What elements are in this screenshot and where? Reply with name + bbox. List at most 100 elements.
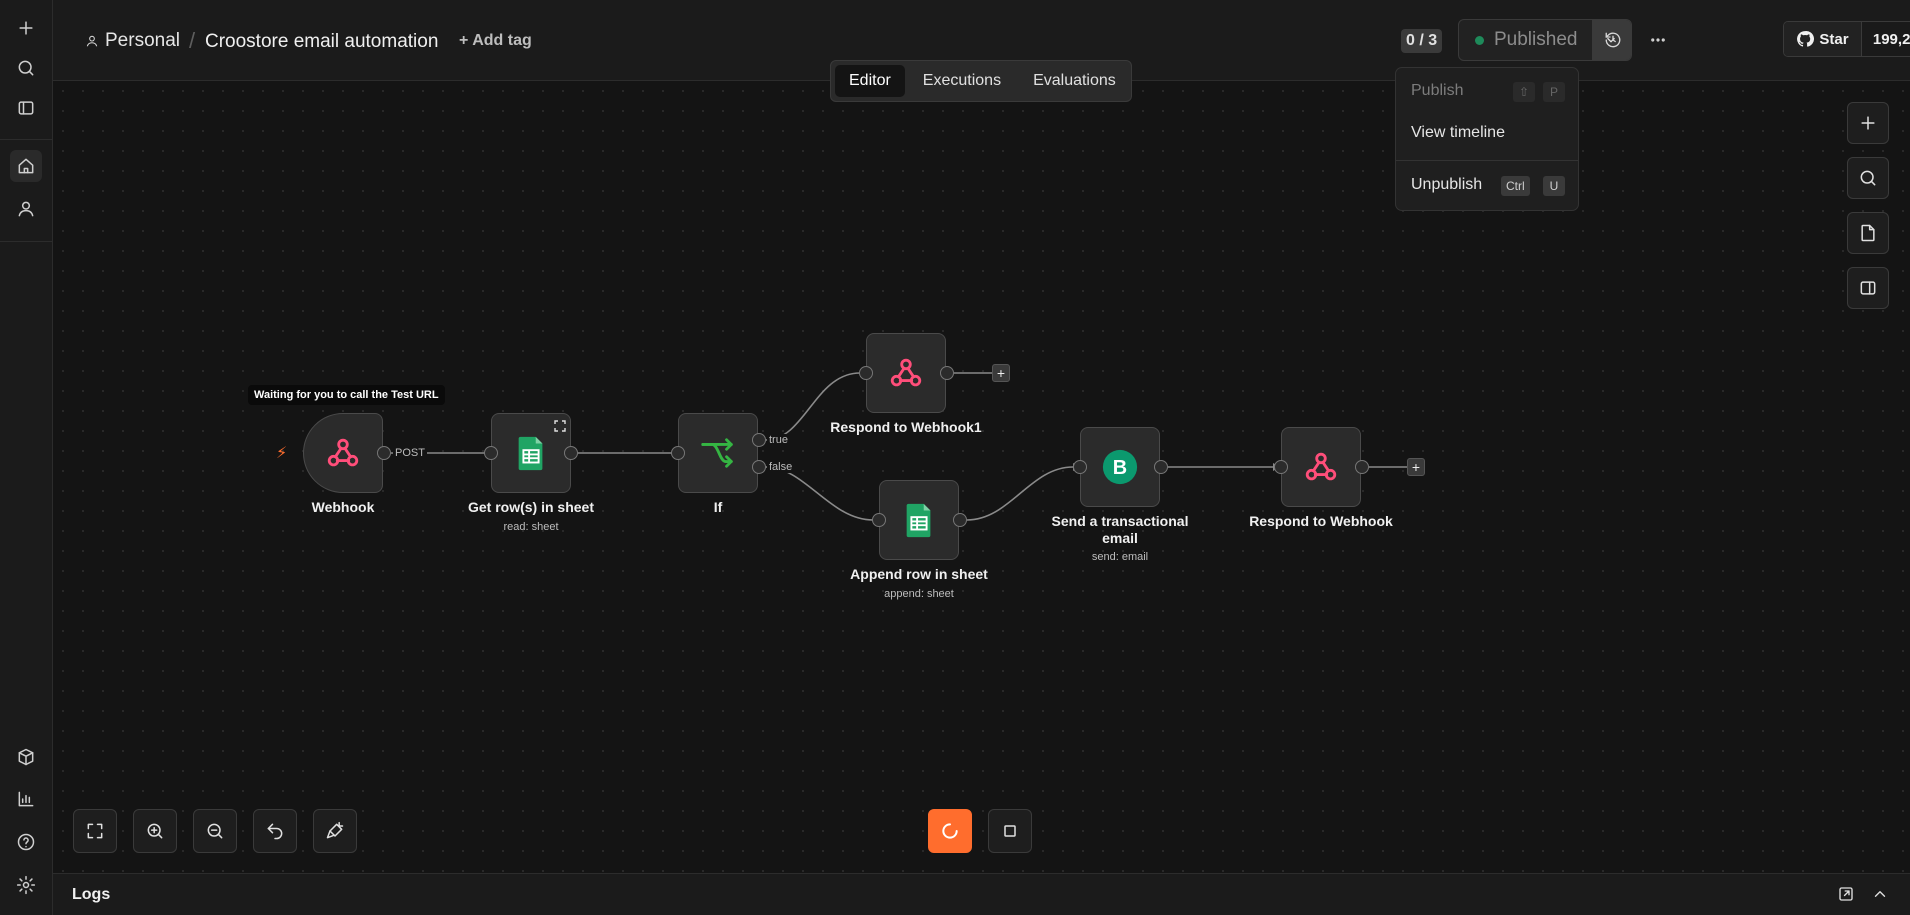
github-star-count: 199,295	[1862, 22, 1910, 56]
node-respond-webhook-label: Respond to Webhook	[1249, 513, 1393, 529]
more-horizontal-icon	[1651, 38, 1665, 42]
sidebar-item-personal[interactable]	[10, 193, 42, 225]
node-send-email-sub: send: email	[1091, 551, 1149, 563]
edge-label-post: POST	[393, 447, 427, 459]
menu-item-view-timeline[interactable]: View timeline	[1411, 124, 1505, 142]
published-button[interactable]: Published	[1459, 20, 1592, 60]
node-get-rows[interactable]	[491, 413, 571, 493]
node-send-email-label-line1: Send a transactional	[1051, 513, 1189, 529]
publish-dropdown-menu: Publish ⇧ P View timeline Unpublish Ctrl…	[1395, 67, 1579, 211]
help-icon	[17, 833, 35, 851]
add-node-button[interactable]: +	[1407, 458, 1425, 476]
stop-execution-button[interactable]	[988, 809, 1032, 853]
input-handle[interactable]	[671, 446, 685, 460]
expand-icon[interactable]	[554, 420, 566, 432]
node-webhook-label: Webhook	[311, 499, 375, 515]
search-icon	[18, 60, 34, 76]
shortcut-key: U	[1543, 176, 1565, 196]
sidebar-item-insights[interactable]	[10, 783, 42, 815]
input-handle[interactable]	[1073, 460, 1087, 474]
input-handle[interactable]	[859, 366, 873, 380]
zoom-out-button[interactable]	[193, 809, 237, 853]
external-window-icon	[1839, 887, 1853, 901]
expand-logs-button[interactable]	[1871, 885, 1891, 905]
history-button[interactable]	[1601, 28, 1625, 52]
output-handle[interactable]	[377, 446, 391, 460]
tab-executions[interactable]: Executions	[909, 65, 1015, 97]
more-options-button[interactable]	[1646, 28, 1670, 52]
breadcrumb-separator: /	[189, 28, 196, 53]
output-handle[interactable]	[564, 446, 578, 460]
search-button[interactable]	[10, 52, 42, 84]
input-handle[interactable]	[872, 513, 886, 527]
webhook-waiting-tooltip: Waiting for you to call the Test URL	[248, 385, 445, 405]
toggle-panel-button[interactable]	[1847, 267, 1889, 309]
webhook-icon	[1305, 452, 1337, 481]
input-handle[interactable]	[1274, 460, 1288, 474]
breadcrumb-project[interactable]: Personal	[85, 30, 180, 52]
sidebar-item-templates[interactable]	[10, 741, 42, 773]
edge-label-true: true	[767, 434, 790, 446]
output-handle-false[interactable]	[752, 460, 766, 474]
node-if[interactable]	[678, 413, 758, 493]
node-send-email[interactable]: B	[1080, 427, 1160, 507]
github-star-button[interactable]: Star	[1784, 22, 1862, 56]
github-star-widget[interactable]: Star 199,295	[1783, 21, 1910, 57]
maximize-icon	[87, 823, 103, 839]
open-logs-window-button[interactable]	[1837, 885, 1857, 905]
chevron-up-icon	[1874, 891, 1886, 897]
add-node-button[interactable]: +	[992, 364, 1010, 382]
execute-workflow-button[interactable]	[928, 809, 972, 853]
add-tag-button[interactable]: + Add tag	[459, 32, 532, 50]
create-button[interactable]	[10, 12, 42, 44]
menu-item-publish[interactable]: Publish ⇧ P	[1411, 82, 1565, 102]
node-respond-webhook[interactable]	[1281, 427, 1361, 507]
sidebar-item-settings[interactable]	[10, 869, 42, 901]
fit-view-button[interactable]	[73, 809, 117, 853]
workflow-name[interactable]: Croostore email automation	[205, 31, 438, 53]
zoom-in-button[interactable]	[133, 809, 177, 853]
logs-title: Logs	[72, 886, 111, 903]
bar-chart-icon	[18, 791, 34, 807]
menu-divider	[1396, 160, 1578, 161]
sidebar-item-home[interactable]	[10, 150, 42, 182]
output-handle-true[interactable]	[752, 433, 766, 447]
output-handle[interactable]	[940, 366, 954, 380]
logs-panel-bar[interactable]: Logs	[53, 873, 1910, 915]
sidebar-divider	[0, 139, 53, 140]
undo-button[interactable]	[253, 809, 297, 853]
shortcut-key: ⇧	[1513, 82, 1535, 102]
output-handle[interactable]	[1154, 460, 1168, 474]
canvas-search-button[interactable]	[1847, 157, 1889, 199]
history-icon	[1605, 32, 1621, 48]
branch-icon	[701, 438, 733, 468]
toggle-sidebar-button[interactable]	[10, 92, 42, 124]
panel-right-icon	[1860, 281, 1876, 295]
user-icon	[86, 35, 98, 47]
tab-evaluations[interactable]: Evaluations	[1019, 65, 1130, 97]
sidebar-item-help[interactable]	[10, 826, 42, 858]
shortcut-key: Ctrl	[1501, 176, 1530, 196]
add-node-panel-button[interactable]	[1847, 102, 1889, 144]
node-webhook[interactable]	[303, 413, 383, 493]
tab-editor[interactable]: Editor	[835, 65, 905, 97]
node-respond-webhook1[interactable]	[866, 333, 946, 413]
node-append-row[interactable]	[879, 480, 959, 560]
output-handle[interactable]	[953, 513, 967, 527]
menu-item-unpublish[interactable]: Unpublish Ctrl U	[1411, 176, 1565, 196]
left-sidebar	[0, 0, 53, 915]
brevo-letter: B	[1113, 457, 1127, 479]
node-append-row-label: Append row in sheet	[850, 566, 988, 582]
sidebar-panel-icon	[18, 101, 34, 115]
output-handle[interactable]	[1355, 460, 1369, 474]
view-tabs: Editor Executions Evaluations	[830, 60, 1132, 102]
search-icon	[1860, 170, 1876, 186]
trigger-bolt-icon: ⚡	[276, 445, 288, 462]
sticky-note-button[interactable]	[1847, 212, 1889, 254]
edge-label-false: false	[767, 461, 795, 473]
input-handle[interactable]	[484, 446, 498, 460]
home-icon	[18, 158, 34, 174]
tidy-up-button[interactable]	[313, 809, 357, 853]
loading-spinner-icon	[942, 823, 958, 839]
menu-item-unpublish-label: Unpublish	[1411, 176, 1483, 193]
